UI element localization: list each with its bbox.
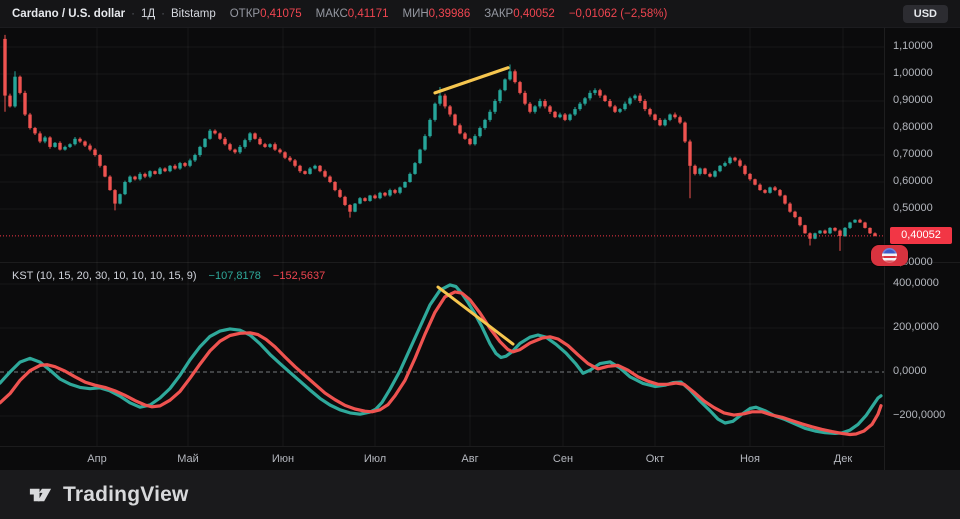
time-axis-month-label[interactable]: Окт xyxy=(635,447,675,471)
ohlc-low: МИН0,39986 xyxy=(403,8,471,20)
time-axis-month-label[interactable]: Сен xyxy=(543,447,583,471)
axis-tick-label: 1,00000 xyxy=(893,67,933,79)
axis-tick-label: 0,80000 xyxy=(893,121,933,133)
axis-tick-label: 0,50000 xyxy=(893,202,933,214)
kst-title: KST (10, 15, 20, 30, 10, 10, 10, 15, 9) xyxy=(12,270,196,282)
flag-circle-icon xyxy=(882,248,897,263)
exchange-label[interactable]: Bitstamp xyxy=(171,8,216,20)
time-axis[interactable]: Апр Май Июн Июл Авг Сен Окт Ноя Дек xyxy=(0,446,884,471)
axis-tick-label: 200,0000 xyxy=(893,321,939,333)
ohlc-close: ЗАКР0,40052 xyxy=(484,8,555,20)
axis-tick-label: 0,60000 xyxy=(893,175,933,187)
tradingview-chart-window: Cardano / U.S. dollar · 1Д · Bitstamp ОТ… xyxy=(0,0,960,519)
separator-dot: · xyxy=(131,8,135,20)
axis-tick-label: 0,90000 xyxy=(893,94,933,106)
chart-toolbar: Cardano / U.S. dollar · 1Д · Bitstamp ОТ… xyxy=(0,0,960,28)
axis-tick-label: 0,0000 xyxy=(893,365,927,377)
ohlc-high: МАКС0,41171 xyxy=(316,8,389,20)
interval-label[interactable]: 1Д xyxy=(141,8,155,20)
time-axis-month-label[interactable]: Апр xyxy=(77,447,117,471)
axis-tick-label: 0,70000 xyxy=(893,148,933,160)
axis-tick-label: −200,0000 xyxy=(893,409,945,421)
kst-value: −107,8178 xyxy=(209,270,261,282)
currency-button[interactable]: USD xyxy=(903,5,948,23)
kst-signal-value: −152,5637 xyxy=(273,270,325,282)
time-axis-month-label[interactable]: Июл xyxy=(355,447,395,471)
time-axis-month-label[interactable]: Май xyxy=(168,447,208,471)
separator-dot: · xyxy=(161,8,165,20)
kst-legend[interactable]: KST (10, 15, 20, 30, 10, 10, 10, 15, 9) … xyxy=(12,270,325,282)
pane-divider[interactable] xyxy=(0,262,960,263)
time-axis-month-label[interactable]: Авг xyxy=(450,447,490,471)
axis-tick-label: 400,0000 xyxy=(893,277,939,289)
tradingview-logo[interactable]: TradingView xyxy=(27,481,189,508)
symbol-title[interactable]: Cardano / U.S. dollar xyxy=(12,8,125,20)
price-change: −0,01062 (−2,58%) xyxy=(569,8,667,20)
tradingview-logo-icon xyxy=(27,481,54,508)
time-axis-month-label[interactable]: Ноя xyxy=(730,447,770,471)
ohlc-open: ОТКР0,41075 xyxy=(230,8,302,20)
current-price-badge: 0,40052 xyxy=(890,227,952,244)
time-axis-month-label[interactable]: Июн xyxy=(263,447,303,471)
tradingview-logo-text: TradingView xyxy=(63,483,189,507)
chart-region: 1,10000 1,00000 0,90000 0,80000 0,70000 0,600… xyxy=(0,28,960,470)
footer-bar: TradingView xyxy=(0,470,960,519)
price-candlestick-chart[interactable] xyxy=(0,28,884,262)
kst-indicator-chart[interactable] xyxy=(0,262,884,446)
axis-tick-label: 1,10000 xyxy=(893,40,933,52)
flag-sticker-icon[interactable] xyxy=(871,245,908,266)
time-axis-month-label[interactable]: Дек xyxy=(823,447,863,471)
